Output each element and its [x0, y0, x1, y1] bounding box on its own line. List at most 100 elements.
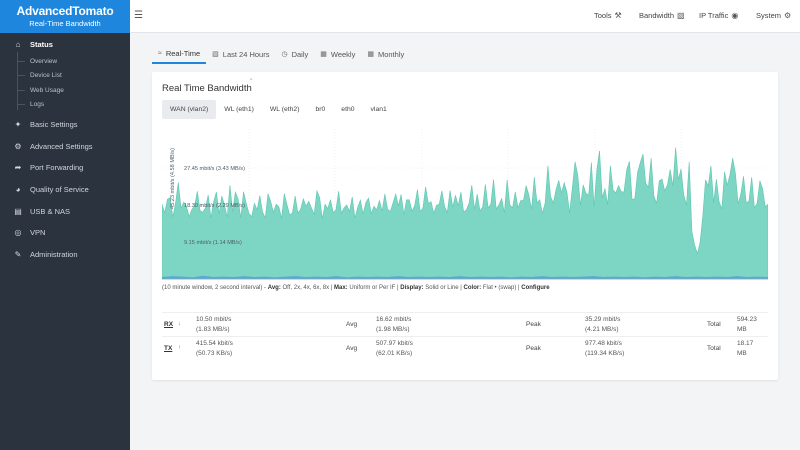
stats-row-tx: TX ↑ 415.54 kbit/s (50.73 KB/s) Avg 507.9… — [162, 336, 768, 360]
interface-tab-eth0[interactable]: eth0 — [333, 100, 362, 119]
avg-header: Avg — [346, 321, 358, 328]
tx-avg: 507.97 kbit/s (62.01 KB/s) — [376, 340, 413, 357]
top-menu-bandwidth[interactable]: Bandwidth ▧ — [639, 11, 685, 20]
sidebar-item-port-forwarding[interactable]: ➦ Port Forwarding — [0, 158, 130, 176]
interface-tab-wan[interactable]: WAN (vlan2) — [162, 100, 217, 119]
chart-icon: ≈ — [158, 49, 162, 57]
color-label: Color: — [463, 285, 482, 291]
pencil-icon: ✎ — [14, 249, 22, 259]
gear-icon: ⚙ — [14, 141, 22, 151]
sidebar-item-label: Administration — [30, 249, 78, 259]
gauge-icon: ◕ — [15, 184, 21, 194]
arrow-down-icon: ↓ — [178, 321, 181, 327]
peak-header: Peak — [526, 321, 541, 328]
forward-icon: ➦ — [14, 162, 22, 172]
avg-header: Avg — [346, 345, 358, 352]
arrow-up-icon: ↑ — [178, 345, 181, 351]
sidebar-subitem-web-usage[interactable]: Web Usage — [30, 84, 64, 96]
tab-bar: ≈ Real-Time ▧ Last 24 Hours ◷ Daily ▦ We… — [152, 44, 410, 64]
sidebar-item-administration[interactable]: ✎ Administration — [0, 245, 130, 263]
max-options-link[interactable]: Uniform or Per IF — [349, 285, 395, 291]
display-label: Display: — [400, 285, 424, 291]
gear-icon: ⚙ — [784, 11, 792, 20]
top-menu-ip-traffic[interactable]: IP Traffic ◉ — [699, 11, 738, 20]
graph-options: (10 minute window, 2 second interval) - … — [162, 285, 550, 291]
tab-label: Weekly — [330, 49, 356, 59]
avg-label: Avg: — [267, 285, 281, 291]
sidebar: AdvancedTomato Real-Time Bandwidth ⌂ Sta… — [0, 0, 130, 450]
sidebar-item-label: Basic Settings — [30, 119, 78, 129]
top-menu-label: Tools — [594, 11, 612, 20]
tab-weekly[interactable]: ▦ Weekly — [314, 44, 361, 64]
grid-value-label: 9.15 mbit/s (1.14 MB/s) — [184, 240, 242, 246]
rx-area-series — [162, 147, 768, 280]
tx-label[interactable]: TX — [164, 345, 172, 352]
calendar-icon: ▦ — [367, 51, 374, 58]
tab-label: Last 24 Hours — [222, 49, 270, 59]
globe-icon: ◉ — [731, 11, 739, 20]
grid-value-label: 18.30 mbit/s (2.29 MB/s) — [184, 203, 245, 209]
sidebar-item-basic-settings[interactable]: ✦ Basic Settings — [0, 115, 130, 133]
clock-icon: ◷ — [281, 51, 288, 58]
grid-value-label: 27.45 mbit/s (3.43 MB/s) — [184, 166, 245, 172]
sidebar-item-label: Status — [30, 39, 53, 49]
configure-link[interactable]: Configure — [521, 285, 549, 291]
tx-current: 415.54 kbit/s (50.73 KB/s) — [196, 340, 233, 357]
stats-row-rx: RX ↓ 10.50 mbit/s (1.83 MB/s) Avg 16.62 m… — [162, 312, 768, 336]
rx-total: 594.23 MB — [737, 316, 757, 333]
rx-current: 10.50 mbit/s (1.83 MB/s) — [196, 316, 232, 333]
sidebar-item-label: VPN — [30, 227, 46, 237]
chart-icon: ▧ — [677, 11, 685, 20]
tab-monthly[interactable]: ▦ Monthly — [361, 44, 410, 64]
brand-header[interactable]: AdvancedTomato Real-Time Bandwidth — [0, 0, 130, 33]
rx-label[interactable]: RX — [164, 321, 173, 328]
tools-icon: ⚒ — [614, 11, 622, 20]
color-options-link[interactable]: Flat • (swap) — [483, 285, 516, 291]
app-subtitle: Real-Time Bandwidth — [29, 19, 101, 28]
bar-chart-icon: ▧ — [212, 51, 219, 58]
tab-last-24-hours[interactable]: ▧ Last 24 Hours — [206, 44, 275, 64]
tab-label: Monthly — [377, 49, 405, 59]
rx-avg: 16.62 mbit/s (1.98 MB/s) — [376, 316, 412, 333]
drive-icon: ▤ — [14, 206, 22, 216]
app-title: AdvancedTomato — [16, 4, 114, 18]
interface-selector: WAN (vlan2) WL (eth1) WL (eth2) br0 eth0… — [162, 100, 395, 119]
tab-label: Real-Time — [165, 48, 201, 58]
sidebar-subitem-device-list[interactable]: Device List — [30, 69, 62, 81]
sidebar-item-status[interactable]: ⌂ Status — [0, 35, 130, 53]
tab-label: Daily — [291, 49, 309, 59]
tab-real-time[interactable]: ≈ Real-Time — [152, 44, 207, 64]
options-prefix: (10 minute window, 2 second interval) - — [162, 285, 268, 291]
card-title: Real Time Bandwidth — [162, 83, 252, 94]
tx-total: 18.17 MB — [737, 340, 754, 357]
top-bar: ☰ Tools ⚒ Bandwidth ▧ IP Traffic ◉ Syste… — [130, 0, 800, 33]
sidebar-subitem-logs[interactable]: Logs — [30, 98, 44, 110]
interface-tab-wl-eth2[interactable]: WL (eth2) — [262, 100, 308, 119]
wrench-icon: ✦ — [14, 119, 22, 129]
stats-table: RX ↓ 10.50 mbit/s (1.83 MB/s) Avg 16.62 m… — [162, 312, 768, 364]
bandwidth-card: Real Time Bandwidth ˜ WAN (vlan2) WL (et… — [152, 72, 778, 380]
interface-tab-wl-eth1[interactable]: WL (eth1) — [216, 100, 262, 119]
sidebar-item-advanced-settings[interactable]: ⚙ Advanced Settings — [0, 137, 130, 155]
calendar-icon: ▦ — [320, 51, 327, 58]
card-title-mark: ˜ — [250, 79, 253, 86]
sidebar-item-quality-of-service[interactable]: ◕ Quality of Service — [0, 180, 130, 198]
y-axis-max-label: 45.23 mbit/s (4.58 MB/s) — [170, 148, 176, 209]
hamburger-menu-icon[interactable]: ☰ — [134, 10, 143, 21]
interface-tab-vlan1[interactable]: vlan1 — [363, 100, 395, 119]
tab-daily[interactable]: ◷ Daily — [275, 44, 314, 64]
avg-options-link[interactable]: Off, 2x, 4x, 6x, 8x — [283, 285, 330, 291]
bandwidth-graph: 27.45 mbit/s (3.43 MB/s) 18.30 mbit/s (2.… — [162, 129, 768, 280]
sidebar-item-label: Port Forwarding — [30, 162, 84, 172]
sidebar-item-vpn[interactable]: ◎ VPN — [0, 223, 130, 241]
sidebar-item-label: Quality of Service — [30, 184, 89, 194]
sidebar-item-usb-nas[interactable]: ▤ USB & NAS — [0, 202, 130, 220]
sidebar-item-label: Advanced Settings — [30, 141, 93, 151]
home-icon: ⌂ — [15, 39, 21, 49]
top-menu-label: IP Traffic — [699, 11, 729, 20]
display-options-link[interactable]: Solid or Line — [425, 285, 458, 291]
top-menu-tools[interactable]: Tools ⚒ — [594, 11, 622, 20]
top-menu-system[interactable]: System ⚙ — [756, 11, 791, 20]
sidebar-subitem-overview[interactable]: Overview — [30, 55, 57, 67]
interface-tab-br0[interactable]: br0 — [307, 100, 333, 119]
